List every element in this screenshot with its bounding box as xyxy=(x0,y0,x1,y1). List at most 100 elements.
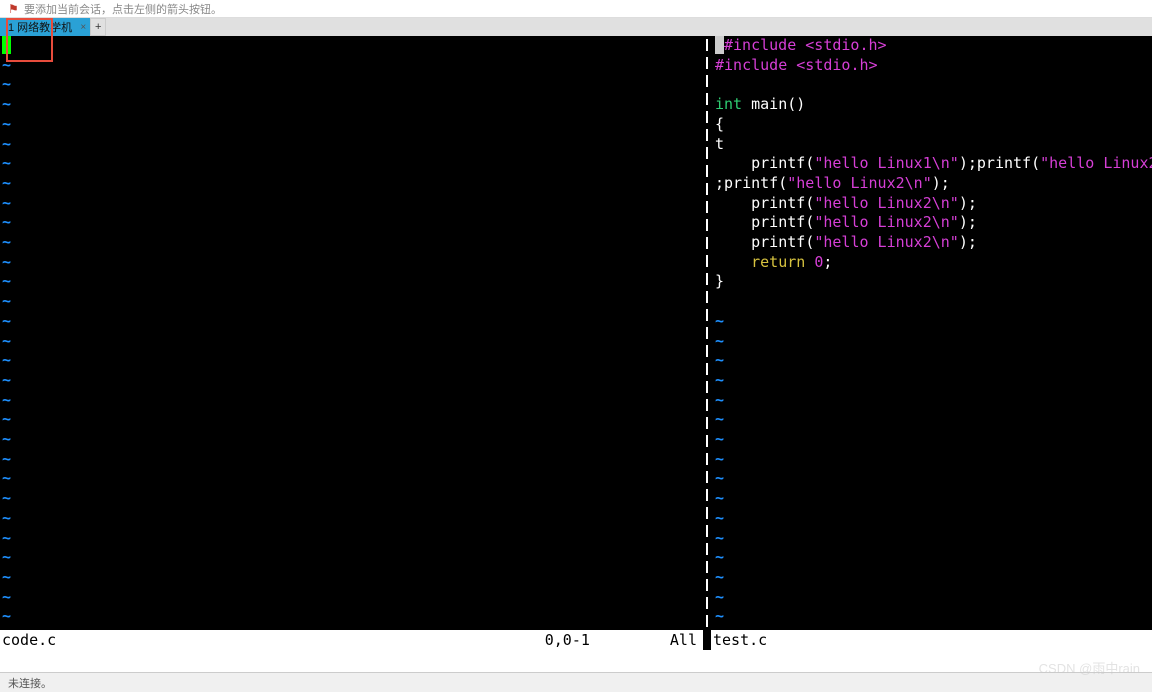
empty-line: ~ xyxy=(713,351,1152,371)
empty-line: ~ xyxy=(713,410,1152,430)
empty-line: ~ xyxy=(713,607,1152,627)
left-cursor-pos: 0,0-1 xyxy=(545,631,590,649)
string: "hello Linux2\n" xyxy=(814,194,959,212)
empty-line: ~ xyxy=(0,410,703,430)
code-line: int main() xyxy=(713,95,1152,115)
number: 0 xyxy=(805,253,823,271)
right-pane-content[interactable]: #include <stdio.h> #include <stdio.h> in… xyxy=(711,36,1152,630)
fn-call: printf xyxy=(751,233,805,251)
code-line xyxy=(713,75,1152,95)
plus-icon: + xyxy=(95,21,101,33)
empty-line: ~ xyxy=(713,588,1152,608)
close-icon[interactable]: × xyxy=(80,22,86,33)
footer-status-bar: 未连接。 xyxy=(0,672,1152,692)
empty-line: ~ xyxy=(0,588,703,608)
empty-line: ~ xyxy=(0,75,703,95)
string: "hello Linux2\n" xyxy=(814,233,959,251)
empty-line: ~ xyxy=(0,272,703,292)
empty-line: ~ xyxy=(0,332,703,352)
cursor-line xyxy=(0,36,703,56)
hint-bar: ⚑ 要添加当前会话，点击左侧的箭头按钮。 xyxy=(0,0,1152,18)
left-pane-content[interactable]: ~ ~ ~ ~ ~ ~ ~ ~ ~ ~ ~ ~ ~ ~ ~ ~ ~ ~ ~ ~ … xyxy=(0,36,703,630)
empty-line: ~ xyxy=(713,568,1152,588)
code-line: #include <stdio.h> xyxy=(713,56,1152,76)
empty-line: ~ xyxy=(713,371,1152,391)
empty-line: ~ xyxy=(713,430,1152,450)
include-path: <stdio.h> xyxy=(805,36,886,54)
empty-line: ~ xyxy=(713,312,1152,332)
empty-line: ~ xyxy=(0,351,703,371)
fn-call: printf xyxy=(977,154,1031,172)
tab-session-1[interactable]: 1 网络教学机 × xyxy=(0,18,90,36)
terminal-area[interactable]: ~ ~ ~ ~ ~ ~ ~ ~ ~ ~ ~ ~ ~ ~ ~ ~ ~ ~ ~ ~ … xyxy=(0,36,1152,650)
empty-line: ~ xyxy=(713,450,1152,470)
code-line: #include <stdio.h> xyxy=(713,36,1152,56)
string: "hello Linux1\n" xyxy=(814,154,959,172)
hint-text: 要添加当前会话，点击左侧的箭头按钮。 xyxy=(24,1,222,17)
empty-line: ~ xyxy=(0,253,703,273)
code-line: printf("hello Linux2\n"); xyxy=(713,213,1152,233)
code-line: t xyxy=(713,135,1152,155)
empty-line: ~ xyxy=(713,548,1152,568)
string: "hello Linux2\ xyxy=(1040,154,1152,172)
empty-line: ~ xyxy=(713,509,1152,529)
empty-line: ~ xyxy=(0,450,703,470)
empty-line: ~ xyxy=(0,174,703,194)
empty-line: ~ xyxy=(713,469,1152,489)
code-line: { xyxy=(713,115,1152,135)
preproc: #include xyxy=(724,36,805,54)
vim-right-pane[interactable]: #include <stdio.h> #include <stdio.h> in… xyxy=(711,36,1152,650)
tab-bar: 1 网络教学机 × + xyxy=(0,18,1152,36)
empty-line: ~ xyxy=(713,489,1152,509)
fn-call: printf xyxy=(751,194,805,212)
empty-line: ~ xyxy=(0,489,703,509)
empty-line: ~ xyxy=(0,529,703,549)
type-keyword: int xyxy=(715,95,742,113)
empty-line: ~ xyxy=(713,529,1152,549)
empty-line: ~ xyxy=(0,56,703,76)
empty-line: ~ xyxy=(0,115,703,135)
preproc: #include xyxy=(715,56,796,74)
fn-sig: main() xyxy=(742,95,805,113)
empty-line: ~ xyxy=(713,332,1152,352)
code-line: } xyxy=(713,272,1152,292)
code-line: return 0; xyxy=(713,253,1152,273)
fn-call: printf xyxy=(751,213,805,231)
empty-line: ~ xyxy=(0,548,703,568)
empty-line: ~ xyxy=(0,233,703,253)
empty-line: ~ xyxy=(0,312,703,332)
code-line: ;printf("hello Linux2\n"); xyxy=(713,174,1152,194)
empty-line: ~ xyxy=(0,135,703,155)
empty-line: ~ xyxy=(0,391,703,411)
vim-left-pane[interactable]: ~ ~ ~ ~ ~ ~ ~ ~ ~ ~ ~ ~ ~ ~ ~ ~ ~ ~ ~ ~ … xyxy=(0,36,703,650)
return-keyword: return xyxy=(751,253,805,271)
empty-line: ~ xyxy=(0,430,703,450)
left-scroll: All xyxy=(670,631,697,649)
footer-gap xyxy=(0,650,1152,672)
connection-status: 未连接。 xyxy=(8,675,52,691)
right-status-bar: test.c xyxy=(711,630,1152,650)
empty-line: ~ xyxy=(0,509,703,529)
empty-line: ~ xyxy=(0,568,703,588)
empty-line: ~ xyxy=(713,391,1152,411)
flag-icon: ⚑ xyxy=(8,3,20,15)
code-line: printf("hello Linux1\n");printf("hello L… xyxy=(713,154,1152,174)
cursor-block xyxy=(2,36,11,54)
left-filename: code.c xyxy=(2,631,56,649)
string: "hello Linux2\n" xyxy=(787,174,932,192)
empty-line: ~ xyxy=(0,213,703,233)
empty-line xyxy=(713,292,1152,312)
empty-line: ~ xyxy=(0,371,703,391)
left-status-bar: code.c 0,0-1 All xyxy=(0,630,703,650)
empty-line: ~ xyxy=(0,607,703,627)
fn-call: printf xyxy=(751,154,805,172)
empty-line: ~ xyxy=(0,292,703,312)
string: "hello Linux2\n" xyxy=(814,213,959,231)
include-path: <stdio.h> xyxy=(796,56,877,74)
empty-line: ~ xyxy=(0,194,703,214)
right-filename: test.c xyxy=(713,631,767,649)
tab-add-button[interactable]: + xyxy=(90,18,106,36)
code-line: printf("hello Linux2\n"); xyxy=(713,233,1152,253)
empty-line: ~ xyxy=(0,154,703,174)
vertical-split[interactable] xyxy=(703,36,711,650)
